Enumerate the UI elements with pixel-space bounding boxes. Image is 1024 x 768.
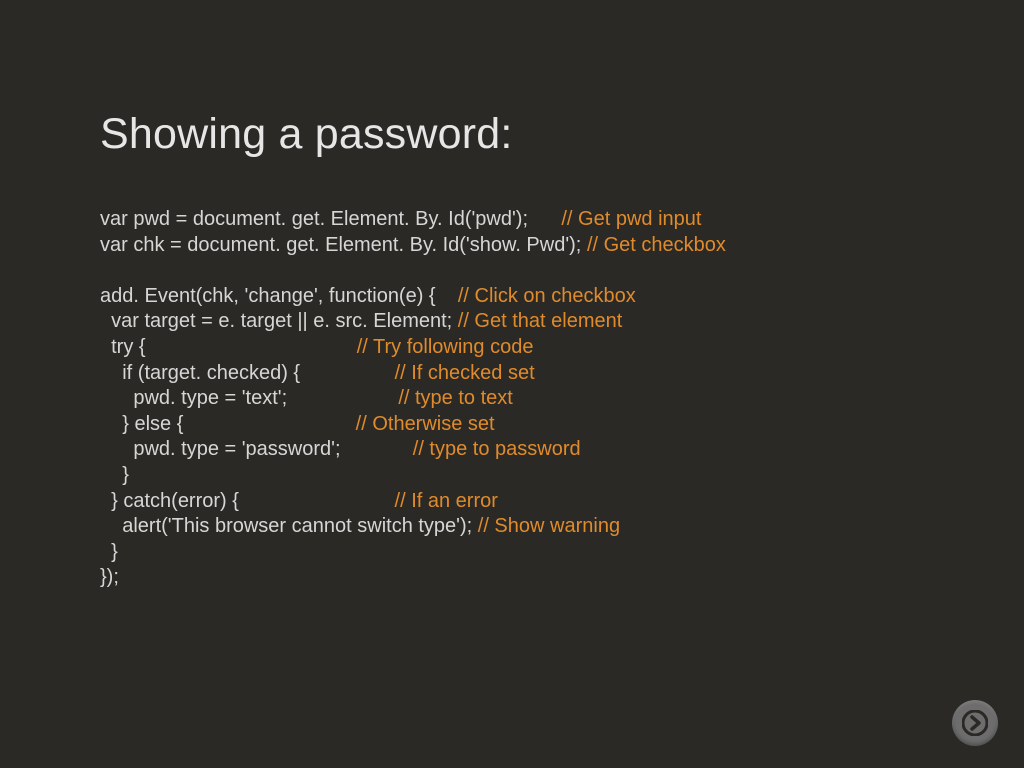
code-line: var pwd = document. get. Element. By. Id…: [100, 207, 924, 233]
code-comment: // Try following code: [357, 336, 534, 358]
code-line: }: [100, 463, 924, 489]
code-text: } else {: [100, 413, 356, 435]
code-text: });: [100, 566, 119, 588]
code-line: }: [100, 540, 924, 566]
arrow-right-icon: [962, 710, 988, 736]
code-comment: // type to password: [413, 438, 581, 460]
code-comment: // If an error: [395, 490, 498, 512]
code-text: if (target. checked) {: [100, 362, 395, 384]
code-line: add. Event(chk, 'change', function(e) { …: [100, 284, 924, 310]
code-text: }: [100, 541, 118, 563]
slide-title: Showing a password:: [100, 110, 924, 159]
code-text: add. Event(chk, 'change', function(e) {: [100, 285, 458, 307]
code-comment: // Get that element: [458, 310, 623, 332]
code-line: });: [100, 565, 924, 591]
code-block: var pwd = document. get. Element. By. Id…: [100, 207, 924, 591]
code-line: var target = e. target || e. src. Elemen…: [100, 309, 924, 335]
code-comment: // Click on checkbox: [458, 285, 636, 307]
code-line: pwd. type = 'password'; // type to passw…: [100, 437, 924, 463]
code-text: pwd. type = 'text';: [100, 387, 398, 409]
code-text: var chk = document. get. Element. By. Id…: [100, 234, 587, 256]
code-line: pwd. type = 'text'; // type to text: [100, 386, 924, 412]
code-text: alert('This browser cannot switch type')…: [100, 515, 478, 537]
code-text: try {: [100, 336, 357, 358]
code-line: alert('This browser cannot switch type')…: [100, 514, 924, 540]
code-line: [100, 258, 924, 284]
code-comment: // Get pwd input: [561, 208, 701, 230]
next-button[interactable]: [952, 700, 998, 746]
code-line: } catch(error) { // If an error: [100, 489, 924, 515]
code-line: try { // Try following code: [100, 335, 924, 361]
code-comment: // If checked set: [395, 362, 535, 384]
code-line: if (target. checked) { // If checked set: [100, 361, 924, 387]
code-comment: // Show warning: [478, 515, 620, 537]
code-line: var chk = document. get. Element. By. Id…: [100, 233, 924, 259]
code-text: }: [100, 464, 129, 486]
code-text: var target = e. target || e. src. Elemen…: [100, 310, 458, 332]
code-comment: // Get checkbox: [587, 234, 726, 256]
slide: Showing a password: var pwd = document. …: [0, 0, 1024, 768]
code-text: pwd. type = 'password';: [100, 438, 413, 460]
code-text: } catch(error) {: [100, 490, 395, 512]
code-line: } else { // Otherwise set: [100, 412, 924, 438]
code-comment: // type to text: [398, 387, 513, 409]
code-text: var pwd = document. get. Element. By. Id…: [100, 208, 561, 230]
code-comment: // Otherwise set: [356, 413, 495, 435]
